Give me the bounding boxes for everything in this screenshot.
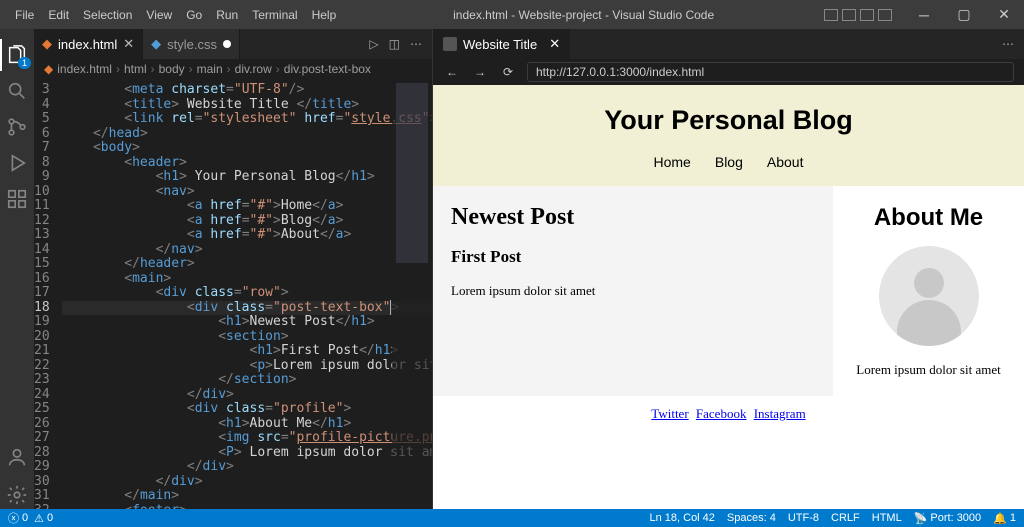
minimap[interactable] [392, 79, 432, 509]
menu-selection[interactable]: Selection [76, 8, 139, 22]
maximize-button[interactable]: ▢ [944, 6, 984, 23]
more-icon[interactable]: ⋯ [410, 37, 422, 51]
profile-box: About Me Lorem ipsum dolor sit amet [833, 186, 1024, 396]
status-warnings[interactable]: ⚠ 0 [34, 512, 53, 525]
footer-link-twitter[interactable]: Twitter [651, 406, 688, 421]
status-bar: ⓧ 0 ⚠ 0 Ln 18, Col 42 Spaces: 4 UTF-8 CR… [0, 509, 1024, 527]
menu-terminal[interactable]: Terminal [245, 8, 304, 22]
file-icon: ◆ [151, 36, 161, 52]
minimize-button[interactable]: ─ [904, 7, 944, 23]
editor-tabs: ◆ index.html ✕ ◆ style.css ▷ ◫ ⋯ [34, 29, 432, 59]
status-lang[interactable]: HTML [872, 512, 902, 524]
profile-body: Lorem ipsum dolor sit amet [845, 362, 1012, 378]
status-ln-col[interactable]: Ln 18, Col 42 [649, 512, 714, 524]
debug-icon[interactable] [5, 151, 29, 175]
menu-view[interactable]: View [139, 8, 179, 22]
status-bell[interactable]: 🔔 1 [993, 512, 1016, 525]
close-icon[interactable]: ✕ [549, 36, 560, 52]
settings-icon[interactable] [5, 483, 29, 507]
crumb[interactable]: div.post-text-box [284, 62, 371, 76]
nav-home[interactable]: Home [654, 154, 691, 170]
layout-icons[interactable] [824, 9, 892, 21]
crumb[interactable]: html [124, 62, 147, 76]
post-body: Lorem ipsum dolor sit amet [451, 283, 815, 299]
close-icon[interactable]: ✕ [123, 36, 134, 52]
reload-button[interactable]: ⟳ [499, 65, 517, 79]
account-icon[interactable] [5, 445, 29, 469]
back-button[interactable]: ← [443, 65, 461, 79]
editor-pane: ◆ index.html ✕ ◆ style.css ▷ ◫ ⋯ ◆ index.htm… [34, 29, 432, 509]
menu-run[interactable]: Run [209, 8, 245, 22]
dirty-dot [223, 40, 231, 48]
explorer-badge: 1 [18, 57, 31, 69]
tab-style-css[interactable]: ◆ style.css [143, 29, 240, 59]
tab-index-html[interactable]: ◆ index.html ✕ [34, 29, 143, 59]
status-encoding[interactable]: UTF-8 [788, 512, 819, 524]
menu-bar: FileEditSelectionViewGoRunTerminalHelp [0, 8, 343, 22]
file-icon: ◆ [44, 62, 53, 76]
gutter: 3456789101112131415161718192021222324252… [34, 79, 62, 509]
post-box: Newest Post First Post Lorem ipsum dolor… [433, 186, 833, 396]
tab-actions: ▷ ◫ ⋯ [369, 29, 432, 59]
address-bar: ← → ⟳ http://127.0.0.1:3000/index.html [433, 59, 1024, 85]
preview-tab[interactable]: Website Title ✕ [433, 29, 570, 59]
status-port[interactable]: 📡 Port: 3000 [914, 512, 981, 525]
page-title: Your Personal Blog [433, 105, 1024, 136]
page-header: Your Personal Blog Home Blog About [433, 85, 1024, 186]
split-icon[interactable]: ◫ [389, 37, 400, 51]
crumb[interactable]: body [159, 62, 185, 76]
status-eol[interactable]: CRLF [831, 512, 860, 524]
footer-link-instagram[interactable]: Instagram [754, 406, 806, 421]
page-nav: Home Blog About [433, 154, 1024, 170]
globe-icon [443, 37, 457, 51]
window-title: index.html - Website-project - Visual St… [343, 8, 824, 22]
code-lines[interactable]: <meta charset="UTF-8"/> <title> Website … [62, 79, 432, 509]
nav-about[interactable]: About [767, 154, 804, 170]
preview-tabs: Website Title ✕ ⋯ [433, 29, 1024, 59]
post-heading: Newest Post [451, 204, 815, 231]
tab-label: style.css [167, 37, 217, 52]
preview-tab-title: Website Title [463, 37, 537, 52]
scm-icon[interactable] [5, 115, 29, 139]
menu-go[interactable]: Go [179, 8, 209, 22]
footer-link-facebook[interactable]: Facebook [696, 406, 747, 421]
status-errors[interactable]: ⓧ 0 [8, 510, 28, 526]
explorer-icon[interactable]: 1 [5, 43, 29, 67]
window-controls: ─ ▢ ✕ [824, 6, 1024, 23]
crumb[interactable]: div.row [235, 62, 272, 76]
preview-pane: Website Title ✕ ⋯ ← → ⟳ http://127.0.0.1… [432, 29, 1024, 509]
run-icon[interactable]: ▷ [369, 37, 378, 51]
post-title: First Post [451, 247, 815, 267]
title-bar: FileEditSelectionViewGoRunTerminalHelp i… [0, 0, 1024, 29]
menu-edit[interactable]: Edit [41, 8, 76, 22]
breadcrumbs[interactable]: ◆ index.html › html › body › main › div.… [34, 59, 432, 79]
url-input[interactable]: http://127.0.0.1:3000/index.html [527, 62, 1014, 82]
crumb[interactable]: main [197, 62, 223, 76]
crumb[interactable]: index.html [57, 62, 112, 76]
file-icon: ◆ [42, 36, 52, 52]
more-icon[interactable]: ⋯ [1002, 37, 1014, 51]
extensions-icon[interactable] [5, 187, 29, 211]
tab-label: index.html [58, 37, 117, 52]
search-icon[interactable] [5, 79, 29, 103]
status-spaces[interactable]: Spaces: 4 [727, 512, 776, 524]
activity-bar: 1 [0, 29, 34, 513]
page-footer: Twitter Facebook Instagram [433, 396, 1024, 432]
forward-button[interactable]: → [471, 65, 489, 79]
code-editor[interactable]: 3456789101112131415161718192021222324252… [34, 79, 432, 509]
avatar [879, 246, 979, 346]
nav-blog[interactable]: Blog [715, 154, 743, 170]
menu-help[interactable]: Help [305, 8, 344, 22]
menu-file[interactable]: File [8, 8, 41, 22]
rendered-page: Your Personal Blog Home Blog About Newest … [433, 85, 1024, 509]
close-button[interactable]: ✕ [984, 6, 1024, 23]
profile-heading: About Me [845, 204, 1012, 232]
